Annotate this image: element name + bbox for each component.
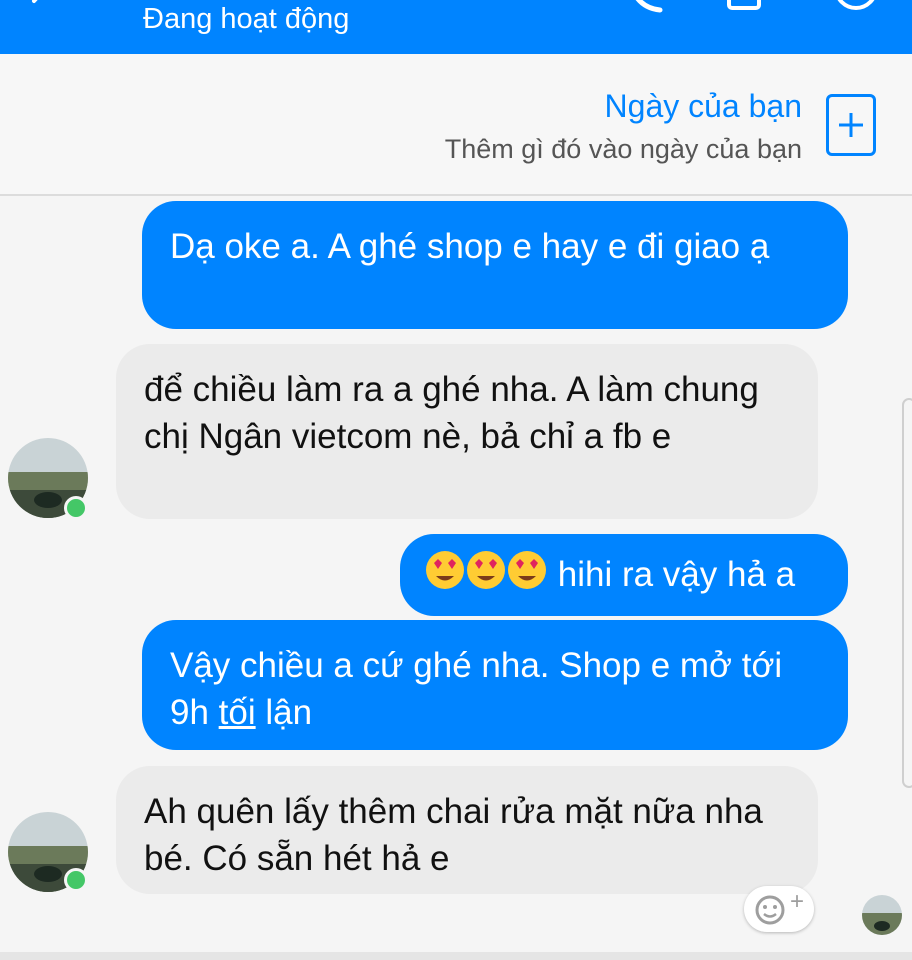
plus-icon <box>839 113 863 137</box>
your-day-title: Ngày của bạn <box>604 88 802 124</box>
scrollbar[interactable] <box>902 398 912 788</box>
add-reaction-button[interactable]: + <box>744 886 814 932</box>
add-to-day-button[interactable] <box>826 94 876 156</box>
message-text: để chiều làm ra a ghé nha. A làm chung c… <box>144 370 759 456</box>
video-call-icon[interactable] <box>726 0 772 14</box>
message-outgoing[interactable]: hihi ra vậy hả a <box>400 534 848 616</box>
message-outgoing[interactable]: Vậy chiều a cứ ghé nha. Shop e mở tới 9h… <box>142 620 848 750</box>
seen-avatar <box>862 895 902 935</box>
composer-edge <box>0 952 912 960</box>
message-text: hihi ra vậy hả a <box>557 555 796 594</box>
active-status: Đang hoạt động <box>143 3 350 35</box>
your-day-subtitle: Thêm gì đó vào ngày của bạn <box>444 134 802 164</box>
add-plus-label: + <box>790 888 805 915</box>
info-icon[interactable] <box>832 0 880 14</box>
online-dot <box>64 868 88 892</box>
online-dot <box>64 496 88 520</box>
messenger-chat-screen: Đang hoạt động Ngày của bạn Thêm gì đó v… <box>0 0 912 960</box>
chat-header: Đang hoạt động <box>0 0 912 54</box>
message-text: Ah quên lấy thêm chai rửa mặt nữa nha bé… <box>144 792 763 878</box>
message-outgoing[interactable]: Dạ oke a. A ghé shop e hay e đi giao ạ <box>142 201 848 329</box>
back-arrow-icon[interactable] <box>24 0 54 16</box>
message-incoming[interactable]: Ah quên lấy thêm chai rửa mặt nữa nha bé… <box>116 766 818 894</box>
heart-eyes-emoji <box>424 548 548 604</box>
your-day-banner[interactable]: Ngày của bạn Thêm gì đó vào ngày của bạn <box>0 54 912 196</box>
message-text: Dạ oke a. A ghé shop e hay e đi giao ạ <box>170 227 770 266</box>
phone-icon[interactable] <box>624 0 664 14</box>
message-text: lận <box>255 693 313 732</box>
time-link[interactable]: tối <box>219 693 256 732</box>
message-incoming[interactable]: để chiều làm ra a ghé nha. A làm chung c… <box>116 344 818 519</box>
